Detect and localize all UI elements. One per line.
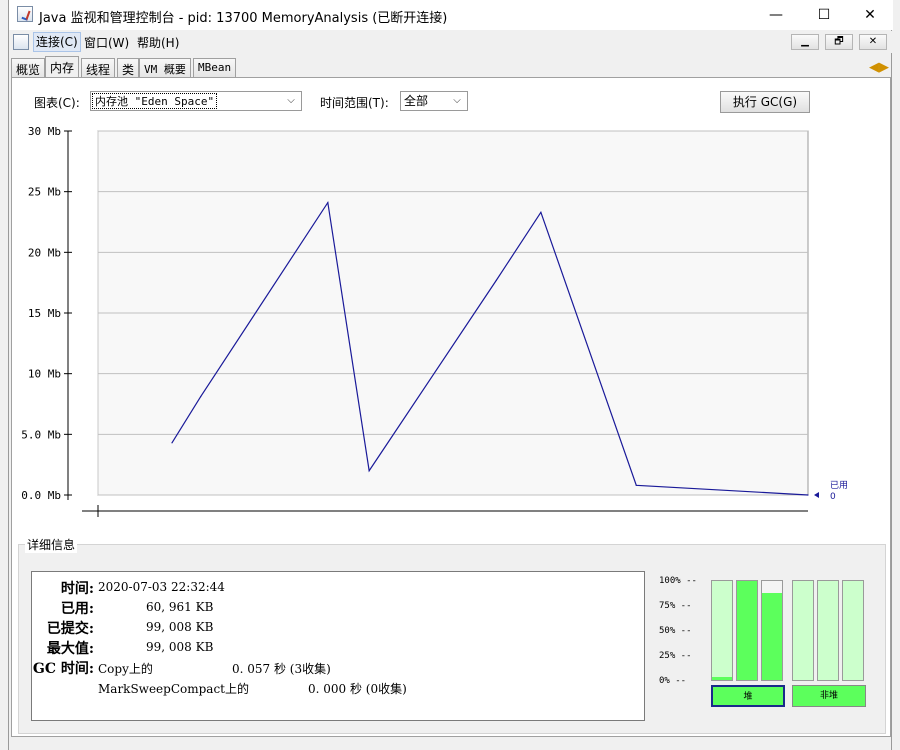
- window-title: Java 监视和管理控制台 - pid: 13700 MemoryAnalysi…: [39, 11, 448, 26]
- y-tick-label: 20 Mb: [28, 246, 61, 259]
- used-fill: [737, 581, 757, 680]
- chart-label: 图表(C):: [34, 96, 80, 110]
- detail-committed-value: 99, 008 KB: [146, 620, 214, 634]
- chevron-down-icon: ⌵: [453, 95, 461, 106]
- committed-fill: [793, 581, 813, 680]
- detail-gc-time-label: GC 时间:: [32, 661, 94, 677]
- internal-minimize-button[interactable]: ▁: [791, 34, 819, 50]
- gc-copy-value: 0. 057 秒 (3收集): [232, 662, 331, 676]
- detail-used-label: 已用:: [60, 601, 94, 617]
- memory-usage-bars: 100% -- 75% -- 50% -- 25% -- 0% -- 堆 非堆: [659, 565, 885, 725]
- detail-committed-label: 已提交:: [46, 621, 94, 637]
- series-latest-value: 0: [830, 492, 836, 502]
- series-point: [327, 201, 329, 204]
- percent-label-75: 75% --: [659, 601, 692, 611]
- tab-scroll-arrows-icon[interactable]: ◀▶: [869, 60, 889, 75]
- used-fill: [712, 677, 732, 680]
- percent-label-50: 50% --: [659, 626, 692, 636]
- detail-max-value: 99, 008 KB: [146, 640, 214, 654]
- tab-strip: 概览 内存 线程 类 VM 概要 MBean ◀▶: [9, 56, 893, 78]
- java-app-icon: [17, 6, 33, 22]
- detail-time-label: 时间:: [60, 581, 94, 597]
- y-tick-label: 0.0 Mb: [21, 489, 61, 502]
- chevron-down-icon: ⌵: [287, 95, 295, 106]
- nonheap-pool-bar[interactable]: [817, 580, 839, 681]
- details-section: 详细信息 时间: 2020-07-03 22:32:44 已用: 60, 961…: [18, 536, 886, 734]
- internal-close-button[interactable]: ✕: [859, 34, 887, 50]
- close-button[interactable]: ✕: [847, 0, 893, 30]
- percent-label-100: 100% --: [659, 576, 697, 586]
- menu-window[interactable]: 窗口(W): [84, 34, 129, 51]
- heap-pool-bar[interactable]: [736, 580, 758, 681]
- y-tick-label: 15 Mb: [28, 307, 61, 320]
- heap-pool-bar[interactable]: [761, 580, 783, 681]
- details-box: 时间: 2020-07-03 22:32:44 已用: 60, 961 KB 已…: [31, 571, 645, 721]
- perform-gc-button[interactable]: 执行 GC(G): [720, 91, 810, 113]
- detail-used-value: 60, 961 KB: [146, 600, 214, 614]
- series-point: [540, 211, 542, 213]
- nonheap-pool-bar[interactable]: [792, 580, 814, 681]
- used-fill: [762, 592, 782, 680]
- time-range-label: 时间范围(T):: [320, 96, 389, 110]
- committed-fill: [843, 581, 863, 680]
- tab-memory[interactable]: 内存: [45, 56, 80, 78]
- details-title: 详细信息: [25, 536, 78, 553]
- menu-bar: 连接(C) 窗口(W) 帮助(H) ▁ 🗗 ✕: [9, 31, 893, 53]
- gc-marksweep-name: MarkSweepCompact上的: [98, 682, 249, 696]
- jconsole-window: Java 监视和管理控制台 - pid: 13700 MemoryAnalysi…: [8, 0, 893, 750]
- nonheap-pool-bar[interactable]: [842, 580, 864, 681]
- minimize-button[interactable]: —: [753, 0, 799, 30]
- memory-chart: 30 Mb25 Mb20 Mb15 Mb10 Mb5.0 Mb0.0 Mb22:…: [21, 125, 848, 517]
- percent-label-25: 25% --: [659, 651, 692, 661]
- memory-panel: 图表(C): 内存池 "Eden Space" ⌵ 时间范围(T): 全部 ⌵ …: [11, 77, 891, 737]
- series-legend-label: 已用: [830, 480, 848, 491]
- tab-classes[interactable]: 类: [117, 58, 140, 78]
- series-point: [807, 494, 809, 496]
- latest-value-marker-icon: [814, 492, 819, 498]
- heap-pool-bar[interactable]: [711, 580, 733, 681]
- gc-marksweep-value: 0. 000 秒 (0收集): [308, 682, 407, 696]
- time-range-select[interactable]: 全部 ⌵: [400, 91, 468, 111]
- menu-help[interactable]: 帮助(H): [137, 34, 179, 51]
- percent-label-0: 0% --: [659, 676, 687, 686]
- series-point: [368, 470, 370, 472]
- y-tick-label: 5.0 Mb: [21, 428, 61, 441]
- y-tick-label: 10 Mb: [28, 368, 61, 381]
- chart-select[interactable]: 内存池 "Eden Space" ⌵: [90, 91, 302, 111]
- time-range-value: 全部: [404, 94, 429, 108]
- tab-mbean[interactable]: MBean: [193, 58, 237, 78]
- maximize-button[interactable]: ☐: [801, 0, 847, 30]
- detail-max-label: 最大值:: [46, 641, 94, 657]
- series-point: [635, 484, 637, 486]
- y-tick-label: 30 Mb: [28, 125, 61, 138]
- tab-threads[interactable]: 线程: [81, 58, 116, 78]
- series-point: [171, 442, 173, 444]
- tab-vm-summary[interactable]: VM 概要: [139, 58, 191, 78]
- detail-time-value: 2020-07-03 22:32:44: [98, 580, 225, 594]
- title-bar: Java 监视和管理控制台 - pid: 13700 MemoryAnalysi…: [9, 0, 893, 30]
- tab-overview[interactable]: 概览: [11, 58, 46, 78]
- committed-fill: [712, 581, 732, 680]
- y-tick-label: 25 Mb: [28, 186, 61, 199]
- heap-button[interactable]: 堆: [711, 685, 785, 707]
- committed-fill: [818, 581, 838, 680]
- series-point: [200, 396, 202, 398]
- internal-restore-button[interactable]: 🗗: [825, 34, 853, 50]
- series-point: [495, 279, 497, 281]
- menu-connection[interactable]: 连接(C): [33, 32, 81, 52]
- chart-select-value: 内存池 "Eden Space": [92, 93, 218, 109]
- nonheap-button[interactable]: 非堆: [792, 685, 866, 707]
- java-menu-icon[interactable]: [13, 34, 29, 50]
- gc-copy-name: Copy上的: [98, 662, 153, 676]
